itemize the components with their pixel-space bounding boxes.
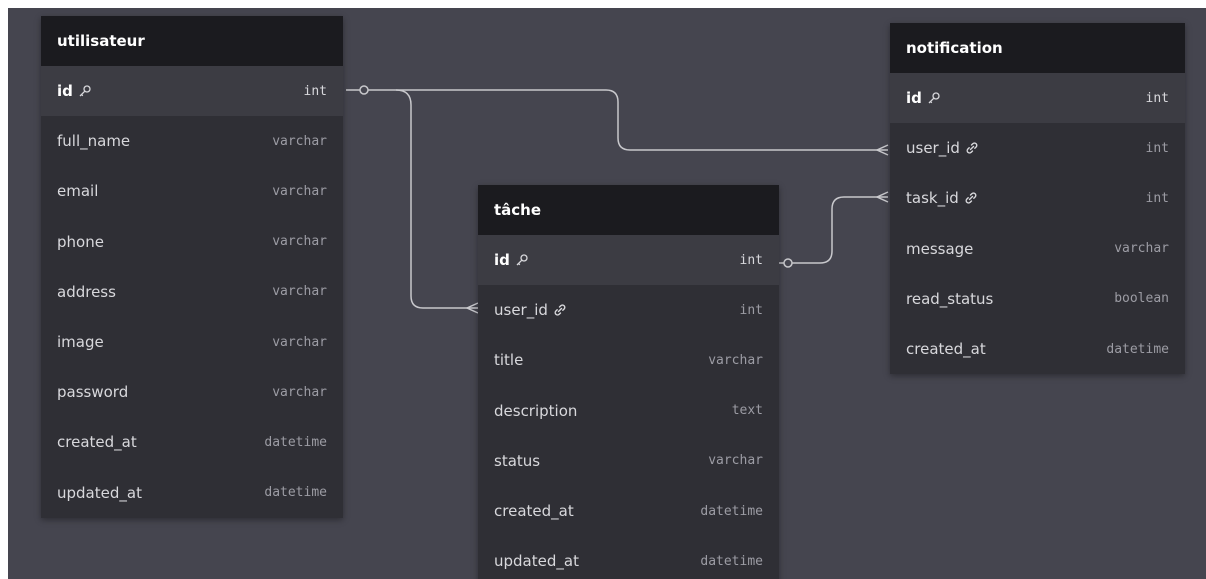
field-type: datetime xyxy=(700,503,763,519)
field-name: id xyxy=(906,89,922,108)
field-name: password xyxy=(57,383,129,402)
field-type: varchar xyxy=(272,384,327,400)
table-notification[interactable]: notification id int user_id int task_id … xyxy=(890,23,1185,375)
field-name: updated_at xyxy=(494,552,579,571)
field-name: description xyxy=(494,401,578,420)
field-name: id xyxy=(494,251,510,270)
field-type: datetime xyxy=(264,485,327,501)
field-name: created_at xyxy=(494,502,574,521)
field-type: varchar xyxy=(272,284,327,300)
table-row[interactable]: email varchar xyxy=(41,166,343,216)
field-type: varchar xyxy=(272,183,327,199)
field-name: address xyxy=(57,282,116,301)
field-type: int xyxy=(739,302,763,318)
table-header[interactable]: tâche xyxy=(478,185,779,235)
field-type: varchar xyxy=(272,334,327,350)
field-type: datetime xyxy=(700,553,763,569)
link-icon xyxy=(553,303,567,317)
field-type: int xyxy=(739,252,763,268)
table-row[interactable]: id int xyxy=(890,73,1185,124)
table-row[interactable]: created_at datetime xyxy=(478,486,779,536)
field-type: varchar xyxy=(708,453,763,469)
field-type: varchar xyxy=(708,352,763,368)
field-type: datetime xyxy=(1106,341,1169,357)
table-row[interactable]: status varchar xyxy=(478,436,779,486)
field-type: int xyxy=(1145,90,1169,106)
relation-user-tache[interactable] xyxy=(395,89,478,309)
table-row[interactable]: id int xyxy=(478,235,779,286)
field-type: int xyxy=(1145,140,1169,156)
key-icon xyxy=(78,84,92,98)
diagram-canvas[interactable]: utilisateur id int full_name varchar ema… xyxy=(8,8,1206,579)
table-row[interactable]: phone varchar xyxy=(41,217,343,267)
field-name: user_id xyxy=(494,301,548,320)
table-utilisateur[interactable]: utilisateur id int full_name varchar ema… xyxy=(41,16,343,518)
table-header[interactable]: notification xyxy=(890,23,1185,73)
field-type: varchar xyxy=(272,234,327,250)
table-row[interactable]: password varchar xyxy=(41,367,343,417)
table-row[interactable]: image varchar xyxy=(41,317,343,367)
one-marker-tache-id xyxy=(783,258,793,268)
field-name: title xyxy=(494,351,524,370)
field-name: created_at xyxy=(57,433,137,452)
table-row[interactable]: description text xyxy=(478,386,779,436)
table-row[interactable]: message varchar xyxy=(890,224,1185,274)
field-name: image xyxy=(57,333,104,352)
table-row[interactable]: title varchar xyxy=(478,335,779,385)
table-row[interactable]: created_at datetime xyxy=(41,417,343,467)
field-name: read_status xyxy=(906,289,994,308)
table-row[interactable]: created_at datetime xyxy=(890,324,1185,374)
table-header[interactable]: utilisateur xyxy=(41,16,343,66)
field-name: created_at xyxy=(906,340,986,359)
field-name: message xyxy=(906,239,974,258)
table-row[interactable]: task_id int xyxy=(890,173,1185,223)
one-marker-utilisateur-id xyxy=(359,85,369,95)
link-icon xyxy=(964,191,978,205)
table-row[interactable]: user_id int xyxy=(890,123,1185,173)
field-name: email xyxy=(57,182,99,201)
field-name: task_id xyxy=(906,189,959,208)
table-row[interactable]: read_status boolean xyxy=(890,274,1185,324)
field-name: phone xyxy=(57,232,104,251)
key-icon xyxy=(515,253,529,267)
table-row[interactable]: full_name varchar xyxy=(41,116,343,166)
table-row[interactable]: updated_at datetime xyxy=(478,536,779,579)
field-name: status xyxy=(494,451,541,470)
table-row[interactable]: updated_at datetime xyxy=(41,468,343,518)
field-name: user_id xyxy=(906,139,960,158)
field-name: id xyxy=(57,82,73,101)
field-name: updated_at xyxy=(57,483,142,502)
table-row[interactable]: address varchar xyxy=(41,267,343,317)
table-row[interactable]: id int xyxy=(41,66,343,117)
key-icon xyxy=(927,91,941,105)
relation-user-notification[interactable] xyxy=(346,89,888,151)
table-row[interactable]: user_id int xyxy=(478,285,779,335)
field-type: varchar xyxy=(272,133,327,149)
field-name: full_name xyxy=(57,132,131,151)
relation-tache-notification[interactable] xyxy=(770,196,888,264)
field-type: int xyxy=(1145,190,1169,206)
table-tache[interactable]: tâche id int user_id int title varchar d… xyxy=(478,185,779,579)
field-type: int xyxy=(303,83,327,99)
field-type: datetime xyxy=(264,434,327,450)
field-type: varchar xyxy=(1114,241,1169,257)
field-type: boolean xyxy=(1114,291,1169,307)
field-type: text xyxy=(731,403,763,419)
link-icon xyxy=(965,141,979,155)
